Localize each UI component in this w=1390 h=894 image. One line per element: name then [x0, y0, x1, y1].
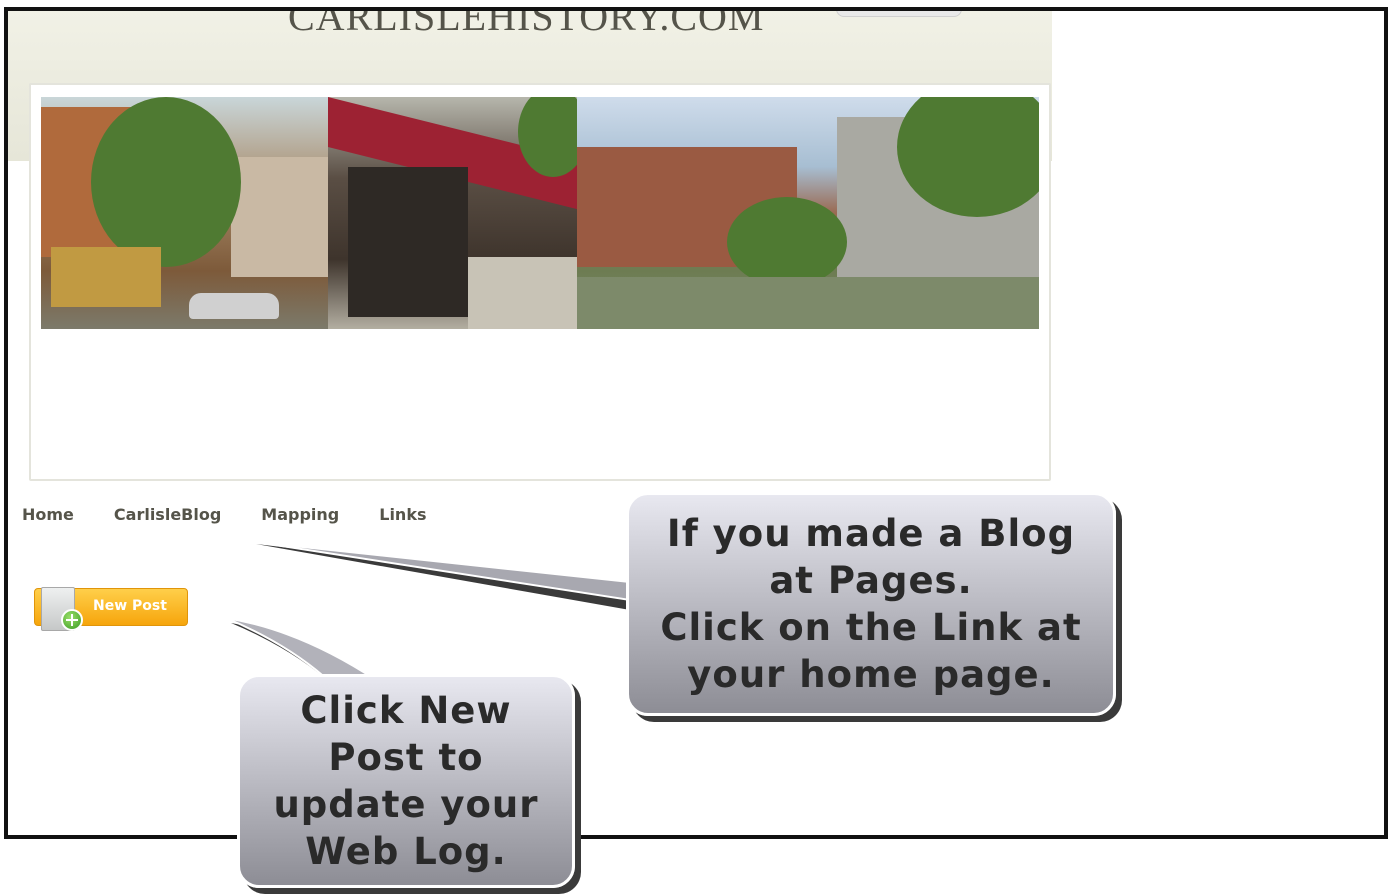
nav-item-links[interactable]: Links: [379, 505, 426, 524]
main-nav: Home CarlisleBlog Mapping Links: [22, 505, 466, 524]
nav-item-home[interactable]: Home: [22, 505, 74, 524]
sidewalk-shape: [468, 257, 577, 329]
banner-panel: [29, 83, 1051, 481]
street-photo: [41, 97, 328, 329]
tree-shape: [727, 197, 847, 287]
new-post-instruction-callout: Click New Post to update your Web Log.: [237, 674, 575, 888]
header-photo-strip: [41, 97, 1039, 329]
blog-instruction-text: If you made a Blog at Pages. Click on th…: [660, 512, 1082, 696]
nav-item-carlisleblog[interactable]: CarlisleBlog: [114, 505, 221, 524]
lawn-shape: [577, 277, 1039, 329]
storefront-photo: [328, 97, 577, 329]
new-post-button[interactable]: New Post: [34, 587, 188, 631]
car-shape: [189, 293, 279, 319]
tree-shape: [91, 97, 241, 267]
site-title: CARLISLEHISTORY.COM: [288, 7, 765, 39]
blog-instruction-callout: If you made a Blog at Pages. Click on th…: [626, 492, 1116, 716]
add-plus-icon: [61, 609, 83, 631]
new-post-instruction-text: Click New Post to update your Web Log.: [273, 689, 539, 873]
storefront-shape: [51, 247, 161, 307]
window-shape: [348, 167, 468, 317]
nav-item-mapping[interactable]: Mapping: [261, 505, 339, 524]
new-post-label: New Post: [93, 598, 167, 614]
top-tab[interactable]: [836, 11, 962, 17]
building-shape: [231, 157, 328, 277]
courthouse-photo: [577, 97, 1039, 329]
